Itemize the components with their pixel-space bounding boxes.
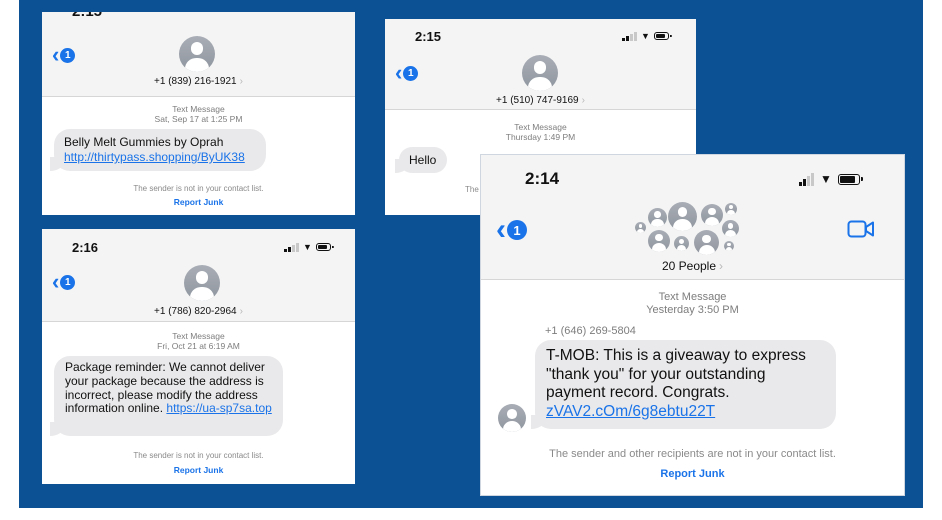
status-time: 2:14 [525,169,560,188]
battery-icon [315,243,334,251]
back-button[interactable]: ‹ 1 [496,215,527,245]
timestamp-date: Fri, Oct 21 at 6:19 AM [157,341,240,352]
unread-badge: 1 [403,65,419,81]
group-name[interactable]: 20 People › [481,259,904,273]
back-chevron-icon: ‹ [52,269,60,294]
status-icons: ▼ [799,172,863,186]
member-avatar-icon [635,222,646,233]
message-bubble: Belly Melt Gummies by Oprah http://thirt… [50,129,266,171]
member-avatar-icon [722,220,739,237]
status-icons: ▼ [284,242,334,252]
timestamp-label: Text Message [172,331,225,341]
battery-icon [837,173,863,185]
message-text: T-MOB: This is a giveaway to express "th… [546,347,806,401]
message-link[interactable]: zVAV2.cOm/6g8ebtu22T [546,403,715,420]
contact-avatar-icon[interactable] [184,265,220,301]
timestamp-label: Text Message [172,104,225,114]
member-avatar-icon [694,230,719,255]
status-icons: ▼ [622,31,672,41]
contact-number[interactable]: +1 (786) 820-2964 › [42,306,355,317]
member-avatar-icon [648,230,670,252]
contact-avatar-icon[interactable] [522,55,558,91]
message-bubble: T-MOB: This is a giveaway to express "th… [531,340,836,429]
contact-chevron-icon: › [719,259,724,273]
contact-number[interactable]: +1 (510) 747-9169 › [385,95,696,106]
report-junk-link[interactable]: Report Junk [42,197,355,207]
screenshot-oct21: 2:16 ▼ ‹ 1 +1 (786) 820-2964 › Text Messa… [42,229,355,484]
contact-number[interactable]: +1 (839) 216-1921 › [42,76,355,87]
signal-icon [284,242,299,252]
timestamp-label: Text Message [658,291,727,303]
back-chevron-icon: ‹ [496,213,506,246]
contact-avatar-icon[interactable] [179,36,215,72]
status-time: 2:15 [415,29,442,44]
message-bubble: Hello [395,147,447,173]
member-avatar-icon [648,208,667,227]
back-chevron-icon: ‹ [395,60,403,85]
message-text: Belly Melt Gummies by Oprah [64,135,224,149]
timestamp-date: Thursday 1:49 PM [505,132,576,143]
conversation-header: 2:15 ▼ ‹ 1 +1 (510) 747-9169 › [385,19,696,110]
unknown-sender-notice: The sender and other recipients are not … [549,448,836,460]
wifi-icon: ▼ [641,31,650,41]
message-timestamp: Text Message Yesterday 3:50 PM [481,291,904,317]
signal-icon [799,172,814,186]
member-avatar-icon [701,204,723,226]
report-junk-link[interactable]: Report Junk [42,465,355,475]
message-timestamp: Text Message Fri, Oct 21 at 6:19 AM [42,331,355,351]
screenshot-sep17: 2:15 ‹ 1 +1 (839) 216-1921› Text Message… [42,12,355,215]
report-junk-link[interactable]: Report Junk [481,468,904,480]
video-camera-icon[interactable] [847,219,875,239]
unread-badge: 1 [507,220,527,240]
sender-number: +1 (646) 269-5804 [545,325,636,337]
unread-badge: 1 [60,47,76,63]
signal-icon [622,31,637,41]
message-link[interactable]: https://ua-sp7sa.top [166,401,271,415]
timestamp-date: Yesterday 3:50 PM [646,304,739,317]
conversation-header: 2:16 ▼ ‹ 1 +1 (786) 820-2964 › [42,229,355,322]
unread-badge: 1 [60,274,76,290]
unknown-sender-notice: The [465,185,479,194]
member-avatar-icon [724,241,734,251]
sender-avatar-icon[interactable] [498,404,526,432]
unknown-sender-notice: The sender is not in your contact list. [133,184,264,193]
back-chevron-icon: ‹ [52,42,60,67]
battery-icon [653,32,672,40]
member-avatar-icon [668,202,697,231]
conversation-header: 2:14 ▼ ‹ 1 20 People › [481,155,904,280]
contact-chevron-icon: › [581,95,585,106]
message-text: Hello [409,153,437,167]
screenshot-group: 2:14 ▼ ‹ 1 20 People › Text Message Yest… [481,155,904,495]
wifi-icon: ▼ [303,242,312,252]
member-avatar-icon [725,203,737,215]
wifi-icon: ▼ [820,172,832,186]
message-timestamp: Text Message Thursday 1:49 PM [385,122,696,142]
group-avatar-cluster[interactable] [635,199,747,259]
contact-chevron-icon: › [239,76,243,87]
back-button[interactable]: ‹ 1 [395,60,419,85]
contact-chevron-icon: › [239,306,243,317]
timestamp-date: Sat, Sep 17 at 1:25 PM [154,114,243,125]
unknown-sender-notice: The sender is not in your contact list. [133,451,264,460]
back-button[interactable]: ‹ 1 [52,269,76,294]
conversation-header: 2:15 ‹ 1 +1 (839) 216-1921› [42,12,355,97]
status-time: 2:15 [72,12,102,20]
message-timestamp: Text Message Sat, Sep 17 at 1:25 PM [42,104,355,124]
timestamp-label: Text Message [514,122,567,132]
message-bubble: Package reminder: We cannot deliver your… [50,356,283,436]
message-link[interactable]: http://thirtypass.shopping/ByUK38 [64,150,245,164]
status-time: 2:16 [72,240,99,255]
back-button[interactable]: ‹ 1 [52,42,76,67]
member-avatar-icon [674,236,689,251]
